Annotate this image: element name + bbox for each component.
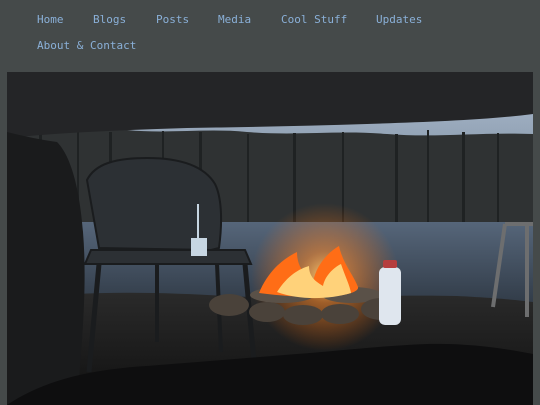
nav-link-updates[interactable]: Updates	[376, 13, 422, 27]
water-bottle	[379, 267, 401, 325]
top-navigation: Home Blogs Posts Media Cool Stuff Update…	[0, 0, 540, 72]
nav-link-posts[interactable]: Posts	[156, 13, 189, 27]
nav-link-cool-stuff[interactable]: Cool Stuff	[281, 13, 347, 27]
nav-link-blogs[interactable]: Blogs	[93, 13, 126, 27]
tree-line	[7, 128, 533, 232]
left-tree-trunk	[7, 132, 85, 405]
nav-link-about-contact[interactable]: About & Contact	[37, 39, 136, 53]
cup-straw	[197, 204, 199, 240]
nav-link-media[interactable]: Media	[218, 13, 251, 27]
cup-on-chair	[191, 238, 207, 256]
campfire-scene-illustration	[7, 72, 533, 405]
campfire-hero-photo	[7, 72, 533, 405]
bottle-cap	[383, 260, 397, 268]
nav-link-home[interactable]: Home	[37, 13, 64, 27]
